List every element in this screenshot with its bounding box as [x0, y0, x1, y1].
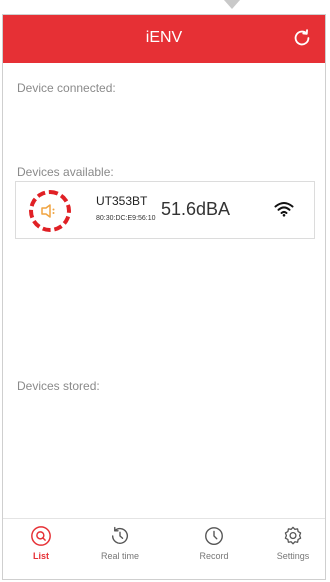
tab-record-label: Record: [199, 551, 229, 561]
device-reading: 51.6dBA: [161, 199, 231, 219]
tab-settings-label: Settings: [276, 551, 310, 561]
tab-real-time-label: Real time: [100, 551, 139, 561]
tab-list-label: List: [32, 551, 49, 561]
device-card[interactable]: UT353BT 80:30:DC:E9:56:10 51.6dBA: [15, 181, 315, 239]
phone-screen: iENV Device connected: Devices available…: [2, 14, 326, 580]
gear-icon: [284, 526, 302, 545]
devices-stored-label: Devices stored:: [17, 379, 100, 393]
device-mac: 80:30:DC:E9:56:10: [96, 215, 156, 222]
device-connected-label: Device connected:: [17, 81, 116, 95]
speaker-icon: [41, 204, 55, 218]
search-icon: [31, 526, 51, 546]
device-name: UT353BT: [96, 194, 148, 208]
tab-record[interactable]: Record: [179, 525, 249, 561]
devices-available-label: Devices available:: [17, 165, 114, 179]
top-indicator: [224, 0, 240, 9]
wifi-icon: [274, 202, 294, 217]
app-header: iENV: [3, 15, 325, 63]
tab-real-time[interactable]: Real time: [85, 525, 155, 561]
tab-list[interactable]: List: [6, 525, 76, 561]
refresh-icon[interactable]: [291, 27, 313, 49]
bottom-tab-bar: List Real time Record Settings: [3, 518, 325, 579]
app-title: iENV: [145, 29, 183, 46]
tab-settings[interactable]: Settings: [258, 525, 325, 561]
history-icon: [111, 526, 128, 544]
clock-icon: [205, 527, 223, 545]
